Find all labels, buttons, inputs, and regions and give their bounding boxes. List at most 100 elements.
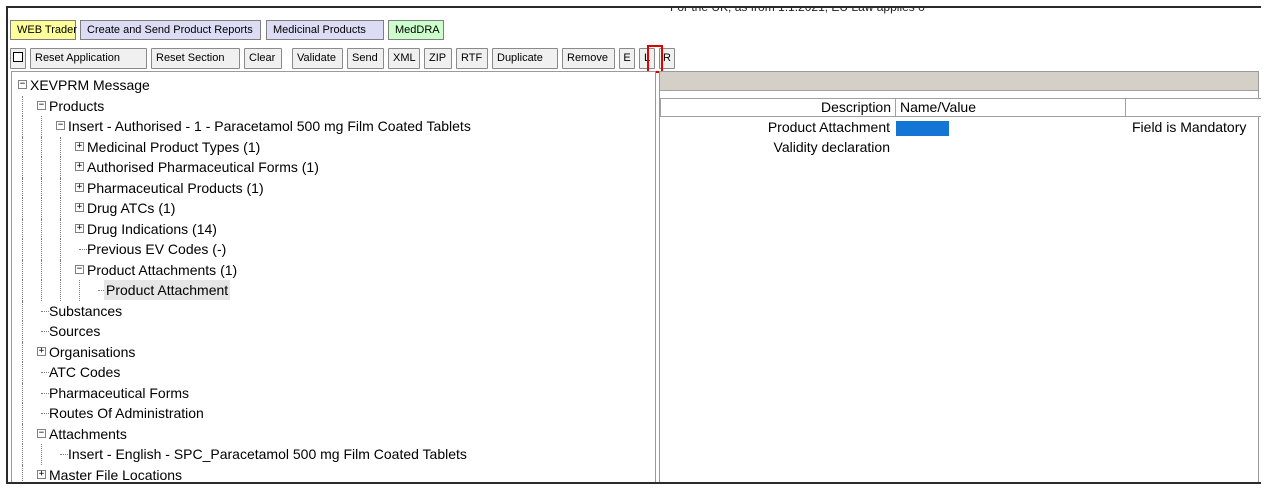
expand-plus-icon[interactable]: + [75, 203, 84, 212]
tree-guide-line [22, 423, 23, 444]
tree-guide-line [22, 300, 23, 321]
tree-node-label: Pharmaceutical Products (1) [87, 179, 264, 196]
expand-plus-icon[interactable]: + [75, 182, 84, 192]
tab-meddra[interactable]: MedDRA [388, 20, 444, 40]
tree-node[interactable]: − Products [12, 95, 655, 116]
tree-connector [41, 372, 49, 373]
collapse-minus-icon[interactable]: − [75, 264, 84, 274]
tree-node-label: Product Attachment [104, 280, 231, 300]
tree-guide-line [22, 239, 23, 260]
reset-application-button[interactable]: Reset Application [30, 48, 147, 69]
tree-node-label: Master File Locations [49, 466, 183, 483]
product-attachment-value-field[interactable] [896, 121, 949, 136]
zip-button[interactable]: ZIP [424, 48, 452, 69]
expand-plus-icon[interactable]: + [37, 469, 46, 479]
xml-button[interactable]: XML [388, 48, 420, 69]
details-toolbar-bar [660, 72, 1258, 91]
tree-node-label: Pharmaceutical Forms [49, 384, 190, 401]
tree-guide-line [22, 280, 23, 301]
tree-node[interactable]: + Organisations [12, 341, 655, 362]
tree-guide-line [22, 321, 23, 342]
tree-guide-line [22, 444, 23, 465]
tree-guide-line [22, 157, 23, 178]
tree-guide-line [60, 177, 61, 198]
tree-node-label: Insert - English - SPC_Paracetamol 500 m… [68, 446, 467, 462]
tree-node[interactable]: − XEVPRM Message [12, 75, 655, 96]
tree-panel[interactable]: − XEVPRM Message − Products − Insert - Author… [11, 71, 656, 483]
tree-node-label: Authorised Pharmaceutical Forms (1) [87, 159, 319, 175]
tree-guide-line [60, 239, 61, 260]
send-button[interactable]: Send [347, 48, 384, 69]
tree-node[interactable]: Sources [12, 321, 655, 342]
tree-node[interactable]: Insert - English - SPC_Paracetamol 500 m… [12, 444, 655, 465]
tree-node[interactable]: Product Attachment [12, 280, 655, 301]
tree-node-label: Drug Indications (14) [87, 220, 217, 237]
tree-node[interactable]: Pharmaceutical Forms [12, 382, 655, 403]
tree-node-label: Product Attachments (1) [87, 261, 238, 278]
tree-node[interactable]: Routes Of Administration [12, 403, 655, 424]
e-button[interactable]: E [619, 48, 635, 69]
tree-guide-line [41, 116, 42, 137]
expand-plus-icon[interactable]: + [37, 346, 46, 356]
tree-node[interactable]: − Product Attachments (1) [12, 259, 655, 280]
tab-web-trader[interactable]: WEB Trader [10, 20, 77, 40]
tree-guide-line [60, 280, 61, 301]
tree-guide-line [41, 177, 42, 198]
tree-guide-line [60, 198, 61, 219]
tree-guide-line [60, 259, 61, 280]
tree-node[interactable]: Previous EV Codes (-) [12, 239, 655, 260]
rtf-button[interactable]: RTF [456, 48, 488, 69]
tree-node[interactable]: − Attachments [12, 423, 655, 444]
tree-node-label: Substances [49, 302, 123, 319]
tree-node-label: XEVPRM Message [30, 77, 150, 93]
collapse-minus-icon[interactable]: − [18, 80, 27, 89]
expand-plus-icon[interactable]: + [75, 141, 84, 151]
tree-guide-line [60, 136, 61, 157]
mandatory-note: Field is Mandatory [1132, 119, 1247, 135]
tree-node-label: ATC Codes [49, 364, 121, 380]
tree-node[interactable]: + Pharmaceutical Products (1) [12, 177, 655, 198]
tree-connector [41, 413, 49, 414]
collapse-minus-icon[interactable]: − [37, 428, 46, 438]
tree-node-label: Drug ATCs (1) [87, 200, 176, 216]
tree-guide-line [22, 259, 23, 280]
legal-banner: For the UK, as from 1.1.2021, EU Law app… [670, 6, 925, 14]
tree-connector [41, 310, 49, 312]
tree-connector [41, 392, 49, 394]
tree-node[interactable]: + Master File Locations [12, 464, 655, 483]
tree-guide-line [60, 157, 61, 178]
expand-plus-icon[interactable]: + [75, 162, 84, 171]
validate-button[interactable]: Validate [292, 48, 343, 69]
tree-node[interactable]: Substances [12, 300, 655, 321]
tree-guide-line [22, 382, 23, 403]
tab-medicinal-products[interactable]: Medicinal Products [266, 20, 384, 40]
navigation-tree: − XEVPRM Message − Products − Insert - Author… [12, 75, 655, 483]
duplicate-button[interactable]: Duplicate [492, 48, 558, 69]
tree-node-label: Sources [49, 323, 101, 339]
tree-node-label: Previous EV Codes (-) [87, 241, 227, 257]
tree-node[interactable]: ATC Codes [12, 362, 655, 383]
tab-create-send-product-reports[interactable]: Create and Send Product Reports [80, 20, 261, 40]
column-header-extra [1125, 98, 1261, 117]
remove-button[interactable]: Remove [562, 48, 615, 69]
collapse-minus-icon[interactable]: − [37, 100, 46, 110]
tree-node[interactable]: + Drug Indications (14) [12, 218, 655, 239]
column-header-name-value: Name/Value [895, 98, 1126, 117]
column-header-description: Description [660, 98, 896, 117]
tree-node[interactable]: + Drug ATCs (1) [12, 198, 655, 219]
tree-guide-line [22, 341, 23, 362]
reset-section-button[interactable]: Reset Section [151, 48, 240, 69]
tree-node[interactable]: + Medicinal Product Types (1) [12, 136, 655, 157]
tree-node-label: Products [49, 97, 105, 114]
collapse-minus-icon[interactable]: − [56, 121, 65, 130]
window-square-icon[interactable] [10, 48, 26, 69]
tree-node[interactable]: + Authorised Pharmaceutical Forms (1) [12, 157, 655, 178]
expand-plus-icon[interactable]: + [75, 223, 84, 233]
tree-guide-line [22, 116, 23, 137]
tree-guide-line [60, 218, 61, 239]
clear-button[interactable]: Clear [244, 48, 282, 69]
tree-guide-line [41, 198, 42, 219]
tree-guide-line [22, 403, 23, 424]
tree-node[interactable]: − Insert - Authorised - 1 - Paracetamol 5… [12, 116, 655, 137]
row-description: Product Attachment [767, 119, 890, 135]
